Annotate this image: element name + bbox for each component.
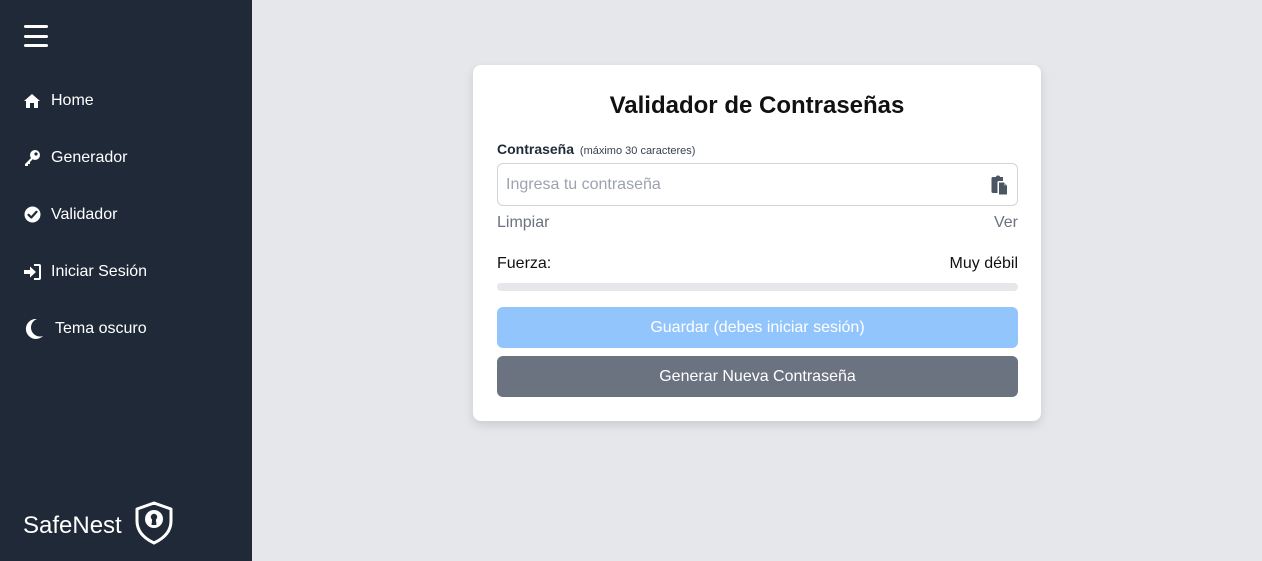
brand-name: SafeNest (23, 511, 122, 539)
sidebar-item-label: Tema oscuro (55, 319, 147, 337)
check-circle-icon (23, 206, 41, 224)
sidebar-item-tema-oscuro[interactable]: Tema oscuro (0, 300, 252, 357)
sidebar-item-label: Home (51, 91, 94, 109)
brand-logo: SafeNest (23, 501, 174, 550)
sidebar-item-generador[interactable]: Generador (0, 129, 252, 186)
moon-icon (23, 318, 45, 340)
password-input[interactable] (498, 164, 1017, 205)
strength-value: Muy débil (949, 255, 1018, 272)
sign-in-icon (23, 263, 41, 281)
clear-link[interactable]: Limpiar (497, 214, 549, 232)
shield-keyhole-icon (134, 501, 174, 550)
sidebar-item-iniciar-sesion[interactable]: Iniciar Sesión (0, 243, 252, 300)
key-icon (23, 149, 41, 167)
page-title: Validador de Contraseñas (609, 92, 905, 119)
password-label-text: Contraseña (497, 141, 575, 157)
strength-bar (497, 283, 1018, 291)
home-icon (23, 92, 41, 110)
password-validator-card: Validador de Contraseñas Contraseña (máx… (473, 65, 1041, 421)
sidebar-item-validador[interactable]: Validador (0, 186, 252, 243)
strength-label: Fuerza: (497, 255, 552, 272)
sidebar-item-home[interactable]: Home (0, 72, 252, 129)
sidebar: Home Generador Validador Iniciar Sesión … (0, 0, 252, 561)
password-field-label: Contraseña (máximo 30 caracteres) (497, 141, 695, 157)
sidebar-item-label: Iniciar Sesión (51, 262, 148, 280)
generate-new-password-button[interactable]: Generar Nueva Contraseña (497, 356, 1018, 397)
password-length-hint: (máximo 30 caracteres) (579, 145, 696, 157)
sidebar-item-label: Generador (51, 148, 128, 166)
hamburger-menu-icon[interactable] (24, 25, 48, 47)
paste-icon[interactable] (989, 175, 1009, 195)
save-button[interactable]: Guardar (debes iniciar sesión) (497, 307, 1018, 348)
sidebar-item-label: Validador (51, 205, 118, 223)
password-input-wrapper (497, 163, 1018, 206)
sidebar-nav: Home Generador Validador Iniciar Sesión … (0, 72, 252, 357)
show-password-link[interactable]: Ver (994, 214, 1018, 232)
